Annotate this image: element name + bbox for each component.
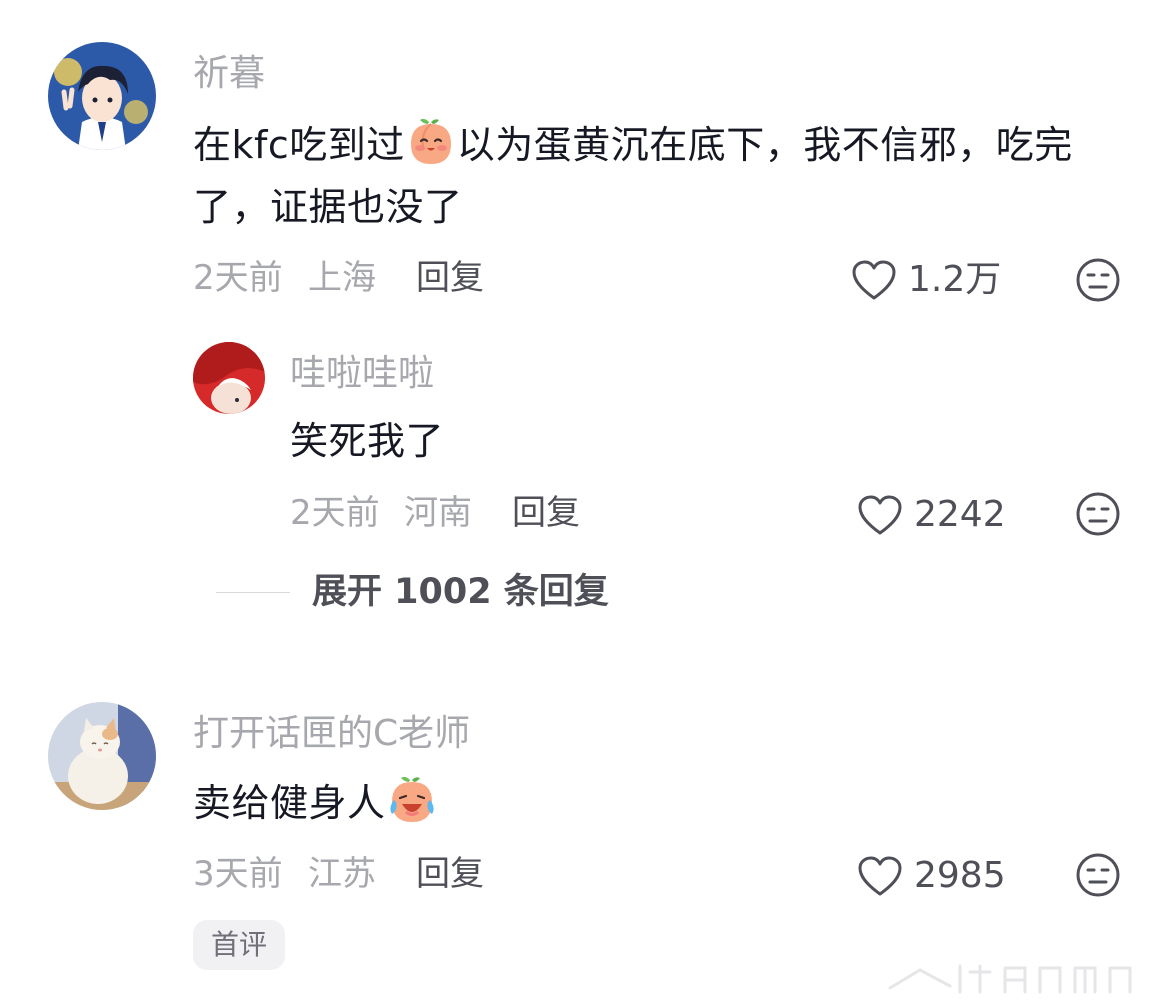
heart-outline-icon xyxy=(852,260,896,300)
comment-username[interactable]: 祈暮 xyxy=(193,52,265,96)
meh-face-icon xyxy=(1076,492,1120,536)
expand-replies-button[interactable]: 展开 1002 条回复 xyxy=(312,570,609,614)
peach-smile-emoji-icon xyxy=(405,116,457,168)
reply-button[interactable]: 回复 xyxy=(416,852,484,896)
watermark xyxy=(888,964,1132,994)
comment-time: 3天前 xyxy=(193,854,283,894)
heart-outline-icon xyxy=(858,856,902,896)
avatar-red-hair-image xyxy=(193,342,265,414)
avatar-anime-boy-image xyxy=(48,42,156,150)
reply-button[interactable]: 回复 xyxy=(416,256,484,300)
first-comment-badge: 首评 xyxy=(193,920,286,970)
avatar[interactable] xyxy=(48,702,156,810)
like-button[interactable]: 1.2万 xyxy=(850,254,1001,306)
comment-text-part: 在kfc吃到过 xyxy=(193,123,405,167)
like-button[interactable]: 2985 xyxy=(856,850,1006,902)
comment-text: 笑死我了 xyxy=(290,419,445,463)
peach-laugh-cry-emoji-icon xyxy=(386,774,438,826)
heart-outline-icon xyxy=(858,495,902,535)
avatar[interactable] xyxy=(48,42,156,150)
comment-text-part: 卖给健身人 xyxy=(193,781,386,825)
comment-text: 卖给健身人 xyxy=(193,772,438,834)
comment-username[interactable]: 哇啦哇啦 xyxy=(290,352,434,396)
comment-time: 2天前 xyxy=(193,258,283,298)
like-count: 1.2万 xyxy=(908,259,1002,300)
like-count: 2985 xyxy=(914,855,1006,896)
comment-username[interactable]: 打开话匣的C老师 xyxy=(193,712,470,756)
expand-divider xyxy=(216,592,290,593)
comment-time: 2天前 xyxy=(290,493,380,533)
meh-face-icon xyxy=(1076,258,1120,302)
dislike-button[interactable] xyxy=(1074,256,1122,304)
avatar[interactable] xyxy=(193,342,265,414)
like-button[interactable]: 2242 xyxy=(856,489,1006,541)
reply-button[interactable]: 回复 xyxy=(512,491,580,535)
comment-location: 上海 xyxy=(308,258,376,298)
avatar-cat-image xyxy=(48,702,156,810)
comment-location: 河南 xyxy=(404,493,472,533)
comment-location: 江苏 xyxy=(308,854,376,894)
dislike-button[interactable] xyxy=(1074,490,1122,538)
like-count: 2242 xyxy=(914,494,1006,535)
dislike-button[interactable] xyxy=(1074,851,1122,899)
meh-face-icon xyxy=(1076,853,1120,897)
comment-text: 在kfc吃到过 以为蛋黄沉在底下，我不信邪，吃完了，证据也没了 xyxy=(193,114,1123,238)
